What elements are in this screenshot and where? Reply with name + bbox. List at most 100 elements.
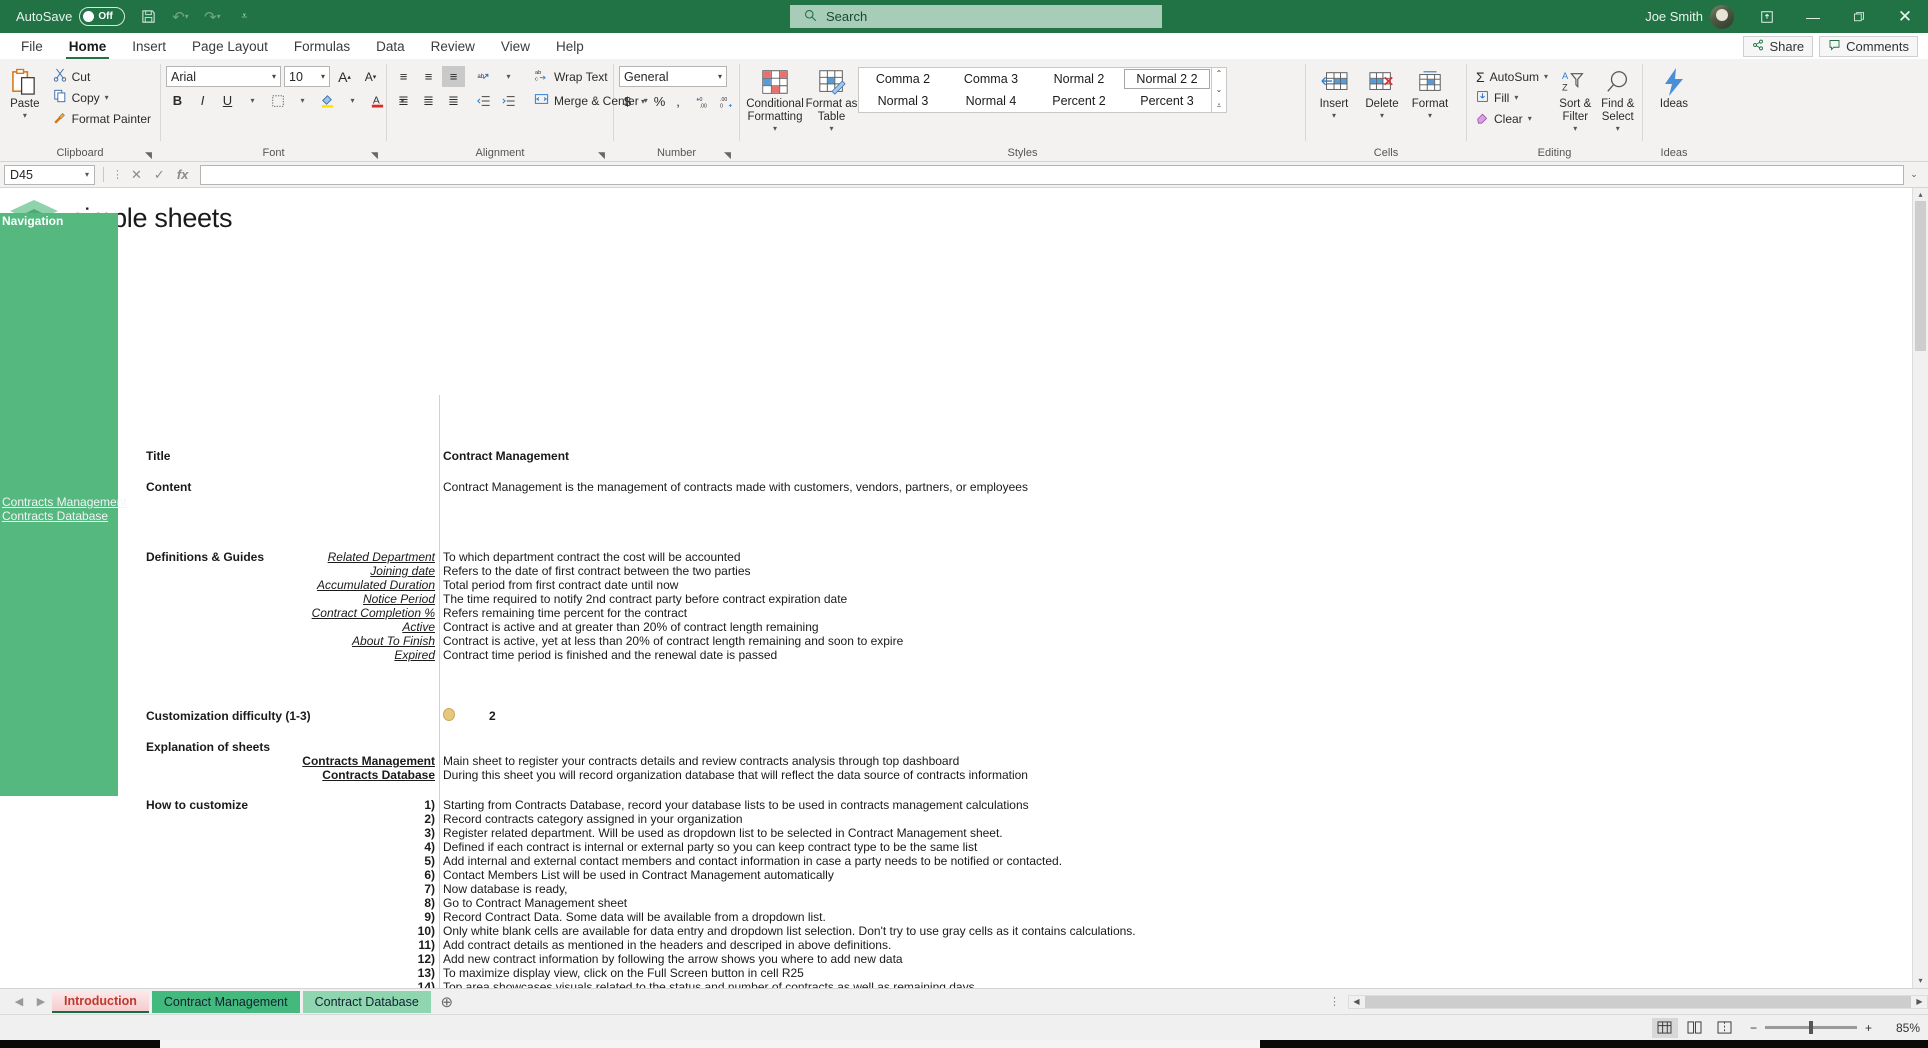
scroll-up-icon[interactable]: ⌃ [1216, 69, 1223, 78]
style-comma-2[interactable]: Comma 2 [860, 69, 946, 89]
increase-decimal-button[interactable]: 0.00 [691, 91, 714, 112]
tab-page-layout[interactable]: Page Layout [179, 33, 281, 59]
style-normal-2[interactable]: Normal 2 [1036, 69, 1122, 89]
tab-data[interactable]: Data [363, 33, 418, 59]
cancel-icon[interactable]: ✕ [131, 167, 142, 183]
style-normal-4[interactable]: Normal 4 [948, 91, 1034, 111]
decrease-indent-button[interactable] [472, 90, 495, 111]
align-middle-button[interactable]: ≡ [417, 66, 440, 87]
normal-view-icon[interactable] [1651, 1017, 1678, 1038]
chevron-down-icon[interactable]: ▾ [1332, 111, 1336, 120]
page-layout-view-icon[interactable] [1682, 1018, 1708, 1038]
autosave-toggle[interactable]: AutoSave Off [10, 7, 131, 26]
insert-cells-button[interactable]: Insert ▾ [1311, 64, 1357, 120]
add-sheet-button[interactable]: ⊕ [434, 993, 460, 1011]
chevron-down-icon[interactable]: ▾ [321, 72, 325, 81]
increase-indent-button[interactable] [497, 90, 520, 111]
align-center-button[interactable]: ≣ [417, 90, 440, 111]
next-sheet-icon[interactable]: ▶ [30, 995, 52, 1008]
chevron-down-icon[interactable]: ▾ [829, 124, 833, 133]
close-icon[interactable]: ✕ [1882, 0, 1928, 33]
scroll-right-icon[interactable]: ▶ [1912, 997, 1927, 1006]
format-painter-button[interactable]: Format Painter [49, 108, 155, 129]
customize-qat-icon[interactable]: ⩡ [229, 3, 259, 30]
style-normal-3[interactable]: Normal 3 [860, 91, 946, 111]
find-select-button[interactable]: Find & Select ▾ [1599, 64, 1637, 134]
font-dialog-launcher[interactable]: ◥ [371, 150, 381, 160]
chevron-down-icon[interactable]: ▾ [1573, 124, 1577, 133]
comma-format-button[interactable]: , [670, 91, 686, 112]
align-left-button[interactable]: ≣ [392, 90, 415, 111]
borders-button[interactable] [266, 90, 289, 111]
redo-icon[interactable]: ↷ ▾ [197, 3, 227, 30]
name-box[interactable]: D45 ▾ [4, 164, 95, 185]
sheet-tab-contract-database[interactable]: Contract Database [302, 990, 431, 1013]
restore-icon[interactable] [1836, 0, 1882, 33]
comments-button[interactable]: Comments [1819, 35, 1918, 57]
style-percent-2[interactable]: Percent 2 [1036, 91, 1122, 111]
zoom-in-icon[interactable]: + [1865, 1021, 1872, 1035]
chevron-down-icon[interactable]: ▾ [1544, 72, 1548, 81]
number-dialog-launcher[interactable]: ◥ [724, 150, 734, 160]
worksheet-grid[interactable]: simple sheets Navigation Contracts Manag… [0, 188, 1912, 988]
conditional-formatting-button[interactable]: Conditional Formatting ▾ [745, 64, 805, 134]
tab-help[interactable]: Help [543, 33, 597, 59]
scroll-down-icon[interactable]: ⌄ [1216, 85, 1223, 94]
italic-button[interactable]: I [191, 90, 214, 111]
previous-sheet-icon[interactable]: ◀ [8, 995, 30, 1008]
avatar[interactable] [1710, 4, 1734, 29]
font-color-button[interactable]: A [366, 90, 389, 111]
paste-button[interactable]: Paste ▾ [5, 64, 45, 120]
font-name-input[interactable]: Arial ▾ [166, 66, 281, 87]
chevron-down-icon[interactable]: ▾ [291, 90, 314, 111]
tab-split-handle[interactable]: ⋮ [1321, 995, 1348, 1008]
minimize-icon[interactable]: — [1790, 0, 1836, 33]
nav-link-contracts-database[interactable]: Contracts Database [2, 509, 108, 523]
zoom-level[interactable]: 85% [1884, 1021, 1920, 1035]
chevron-down-icon[interactable]: ▾ [718, 72, 722, 81]
autosum-button[interactable]: Σ AutoSum ▾ [1472, 66, 1552, 87]
chevron-down-icon[interactable]: ▾ [1380, 111, 1384, 120]
delete-cells-button[interactable]: Delete ▾ [1359, 64, 1405, 120]
ribbon-display-options-icon[interactable] [1744, 0, 1790, 33]
zoom-out-icon[interactable]: − [1750, 1021, 1757, 1035]
tab-formulas[interactable]: Formulas [281, 33, 363, 59]
sheet-tab-introduction[interactable]: Introduction [52, 990, 149, 1013]
wrap-text-button[interactable]: ab c Wrap Text [530, 66, 612, 87]
chevron-down-icon[interactable]: ▾ [105, 93, 109, 102]
search-input[interactable]: Search [790, 5, 1162, 28]
share-button[interactable]: Share [1743, 35, 1814, 57]
chevron-down-icon[interactable]: ▾ [341, 90, 364, 111]
percent-format-button[interactable]: % [650, 91, 669, 112]
vertical-scroll-thumb[interactable] [1915, 201, 1926, 351]
scroll-up-icon[interactable]: ▴ [1918, 190, 1922, 199]
formula-input[interactable] [200, 164, 1904, 185]
more-styles-icon[interactable]: ⩡ [1217, 101, 1222, 111]
chevron-down-icon[interactable]: ▾ [241, 90, 264, 111]
decrease-font-size-button[interactable]: A ▾ [359, 66, 382, 87]
align-top-button[interactable]: ≡ [392, 66, 415, 87]
chevron-down-icon[interactable]: ▾ [773, 124, 777, 133]
horizontal-scroll-thumb[interactable] [1365, 995, 1911, 1008]
tab-view[interactable]: View [488, 33, 543, 59]
nav-link-contracts-management[interactable]: Contracts Management [2, 495, 127, 509]
decrease-decimal-button[interactable]: .00 0 [715, 91, 738, 112]
bold-button[interactable]: B [166, 90, 189, 111]
chevron-down-icon[interactable]: ▾ [497, 66, 520, 87]
insert-function-icon[interactable]: fx [177, 167, 189, 182]
chevron-down-icon[interactable]: ▾ [1514, 93, 1518, 102]
save-icon[interactable] [133, 3, 163, 30]
scroll-down-icon[interactable]: ▾ [1918, 976, 1922, 988]
page-break-view-icon[interactable] [1712, 1018, 1738, 1038]
sheet-tab-contract-management[interactable]: Contract Management [151, 990, 300, 1013]
style-comma-3[interactable]: Comma 3 [948, 69, 1034, 89]
zoom-slider[interactable]: − + [1750, 1021, 1872, 1035]
enter-icon[interactable]: ✓ [154, 167, 165, 183]
format-as-table-button[interactable]: Format as Table ▾ [805, 64, 858, 134]
style-percent-3[interactable]: Percent 3 [1124, 91, 1210, 111]
zoom-handle[interactable] [1808, 1021, 1813, 1034]
autosave-switch[interactable]: Off [79, 7, 126, 26]
chevron-down-icon[interactable]: ▾ [23, 111, 27, 120]
alignment-dialog-launcher[interactable]: ◥ [598, 150, 608, 160]
chevron-down-icon[interactable]: ▾ [272, 72, 276, 81]
